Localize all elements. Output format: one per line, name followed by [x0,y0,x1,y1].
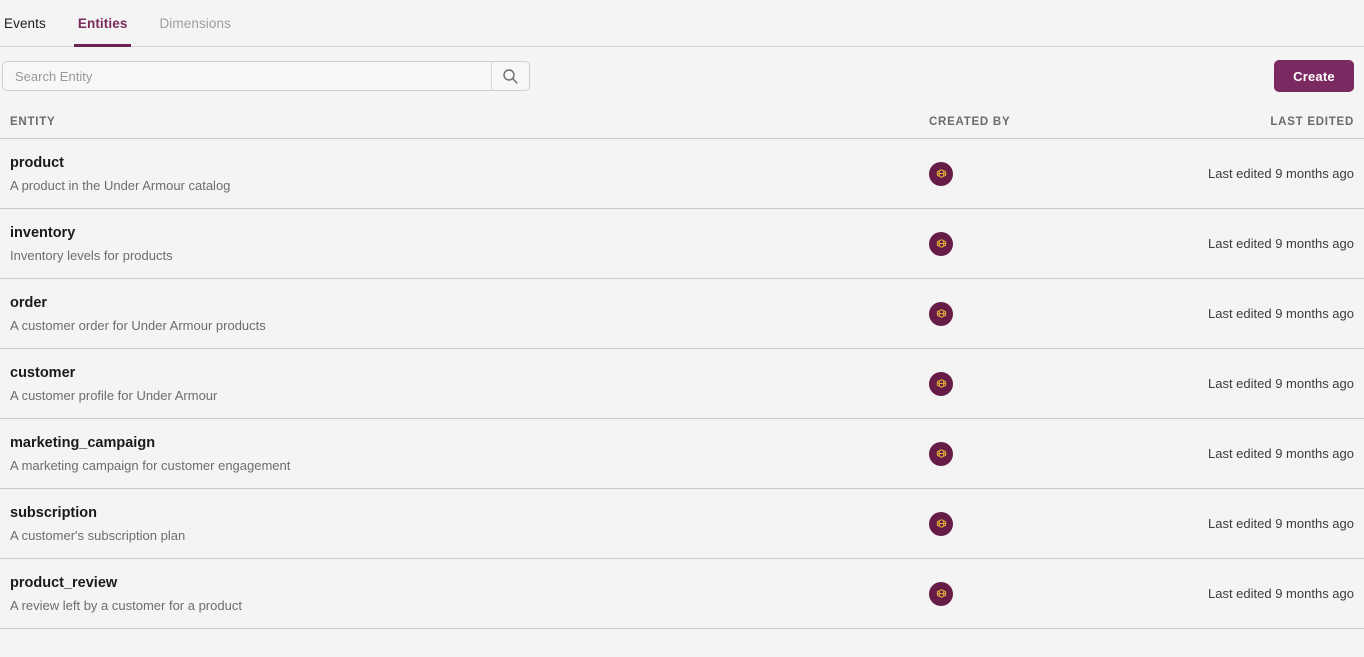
column-header-created-by: CREATED BY [929,115,1011,128]
create-button[interactable]: Create [1274,60,1354,92]
last-edited-cell: Last edited 9 months ago [1208,516,1354,531]
entity-name: product_review [10,574,118,591]
tab-entities[interactable]: Entities [62,0,144,47]
under-armour-logo-avatar [929,441,953,466]
table-row[interactable]: inventory Inventory levels for products … [0,209,1364,279]
entity-name: marketing_campaign [10,434,156,451]
column-header-entity: ENTITY [10,115,56,128]
entity-name: order [10,294,48,311]
table-header-row: ENTITY CREATED BY LAST EDITED [0,105,1364,139]
search-button[interactable] [491,62,529,90]
entity-cell: marketing_campaign A marketing campaign … [10,434,874,474]
table-row[interactable]: order A customer order for Under Armour … [0,279,1364,349]
last-edited-cell: Last edited 9 months ago [1208,586,1354,601]
toolbar: Create [0,47,1364,105]
under-armour-logo-avatar [929,581,953,606]
created-by-cell [874,301,1204,326]
table-row[interactable]: customer A customer profile for Under Ar… [0,349,1364,419]
entity-cell: product_review A review left by a custom… [10,574,874,614]
entity-description: A customer's subscription plan [10,527,186,543]
table-row[interactable]: product A product in the Under Armour ca… [0,139,1364,209]
entity-name: customer [10,364,76,381]
under-armour-logo-avatar [929,511,953,536]
table-row[interactable]: product_review A review left by a custom… [0,559,1364,629]
created-by-cell [874,441,1204,466]
entity-description: Inventory levels for products [10,247,173,263]
tab-events[interactable]: Events [0,0,62,47]
entity-cell: inventory Inventory levels for products [10,224,874,264]
entity-name: inventory [10,224,76,241]
entity-description: A marketing campaign for customer engage… [10,457,291,473]
table-row[interactable]: marketing_campaign A marketing campaign … [0,419,1364,489]
entity-description: A product in the Under Armour catalog [10,177,231,193]
tab-dimensions[interactable]: Dimensions [143,0,247,47]
entity-name: subscription [10,504,98,521]
table-row[interactable]: subscription A customer's subscription p… [0,489,1364,559]
tab-bar: Events Entities Dimensions [0,0,1364,47]
created-by-cell [874,161,1204,186]
entity-description: A customer profile for Under Armour [10,387,218,403]
under-armour-logo-avatar [929,371,953,396]
under-armour-logo-avatar [929,301,953,326]
under-armour-logo-avatar [929,231,953,256]
search-box [2,61,530,91]
under-armour-logo-avatar [929,161,953,186]
entity-cell: order A customer order for Under Armour … [10,294,874,334]
entity-cell: product A product in the Under Armour ca… [10,154,874,194]
entity-cell: subscription A customer's subscription p… [10,504,874,544]
entity-description: A review left by a customer for a produc… [10,597,242,613]
last-edited-cell: Last edited 9 months ago [1208,236,1354,251]
last-edited-cell: Last edited 9 months ago [1208,306,1354,321]
search-icon [502,68,519,85]
last-edited-cell: Last edited 9 months ago [1208,376,1354,391]
created-by-cell [874,371,1204,396]
search-input[interactable] [3,62,491,90]
entity-name: product [10,154,64,171]
created-by-cell [874,581,1204,606]
column-header-last-edited: LAST EDITED [1270,115,1354,128]
entities-table: ENTITY CREATED BY LAST EDITED product A … [0,105,1364,629]
table-body: product A product in the Under Armour ca… [0,139,1364,629]
created-by-cell [874,511,1204,536]
last-edited-cell: Last edited 9 months ago [1208,166,1354,181]
created-by-cell [874,231,1204,256]
entity-cell: customer A customer profile for Under Ar… [10,364,874,404]
entity-description: A customer order for Under Armour produc… [10,317,266,333]
last-edited-cell: Last edited 9 months ago [1208,446,1354,461]
